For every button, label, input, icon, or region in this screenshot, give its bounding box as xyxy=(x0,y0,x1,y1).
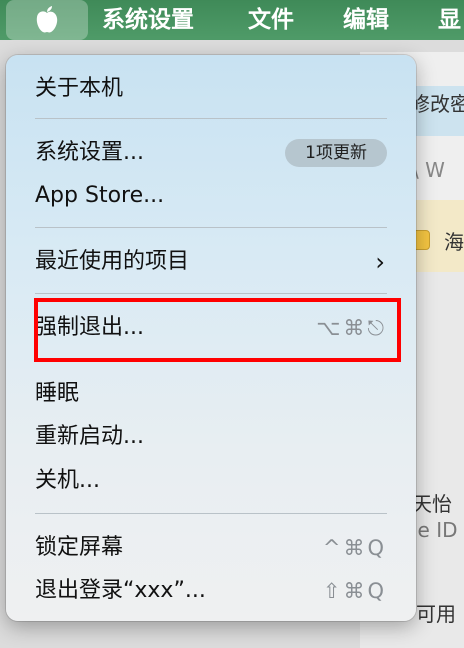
chevron-right-icon: › xyxy=(375,248,385,276)
background-search-text: \ W xyxy=(412,158,445,182)
menu-item-force-quit[interactable]: 强制退出... ⌥⌘⎋ xyxy=(35,308,387,348)
menu-separator xyxy=(35,359,387,360)
menu-item-about-this-mac[interactable]: 关于本机 xyxy=(35,69,387,109)
menu-item-shutdown[interactable]: 关机... xyxy=(35,461,387,501)
lock-screen-shortcut: ^⌘Q xyxy=(322,536,387,560)
menu-item-label: 重新启动... xyxy=(35,424,144,449)
menu-item-system-settings[interactable]: 系统设置... 1项更新 xyxy=(35,133,387,173)
menu-separator xyxy=(35,513,387,514)
force-quit-shortcut: ⌥⌘⎋ xyxy=(316,316,387,340)
menu-item-label: 关于本机 xyxy=(35,76,124,101)
menubar-item-edit[interactable]: 编辑 xyxy=(343,2,389,38)
menu-separator xyxy=(35,227,387,228)
menu-item-logout[interactable]: 退出登录“xxx”... ⇧⌘Q xyxy=(35,571,387,611)
logout-shortcut: ⇧⌘Q xyxy=(322,579,387,603)
menu-item-label: 锁定屏幕 xyxy=(35,535,124,560)
menubar-item-system-settings[interactable]: 系统设置 xyxy=(102,2,194,38)
menu-item-label: 退出登录“xxx”... xyxy=(35,578,206,603)
menu-separator xyxy=(35,293,387,294)
menu-item-restart[interactable]: 重新启动... xyxy=(35,417,387,457)
menubar-item-view[interactable]: 显 xyxy=(438,2,461,38)
menubar-item-file[interactable]: 文件 xyxy=(248,2,294,38)
menu-item-label: 关机... xyxy=(35,468,100,493)
menu-item-label: 强制退出... xyxy=(35,315,144,340)
menu-item-label: 最近使用的项目 xyxy=(35,249,190,274)
menu-item-lock-screen[interactable]: 锁定屏幕 ^⌘Q xyxy=(35,528,387,568)
menu-item-label: 睡眠 xyxy=(35,381,80,406)
menu-item-label: 系统设置... xyxy=(35,140,144,165)
menu-bar: 系统设置 文件 编辑 显 xyxy=(0,0,464,40)
background-text-available: 可用 xyxy=(416,602,456,626)
background-text-sea: 海 xyxy=(444,230,464,254)
apple-logo-icon xyxy=(36,6,58,33)
background-text-name: 天怡 xyxy=(412,492,452,516)
background-text-change-password: 修改密 xyxy=(410,92,464,116)
background-text-apple-id: le ID xyxy=(412,518,458,542)
menu-item-sleep[interactable]: 睡眠 xyxy=(35,374,387,414)
menu-separator xyxy=(35,118,387,119)
menu-item-recent-items[interactable]: 最近使用的项目 › xyxy=(35,242,387,282)
menu-item-app-store[interactable]: App Store... xyxy=(35,176,387,216)
menu-item-label: App Store... xyxy=(35,183,165,208)
apple-dropdown-menu: 关于本机 系统设置... 1项更新 App Store... 最近使用的项目 ›… xyxy=(6,55,416,621)
apple-menu-button[interactable] xyxy=(6,0,88,40)
update-badge: 1项更新 xyxy=(285,139,387,167)
